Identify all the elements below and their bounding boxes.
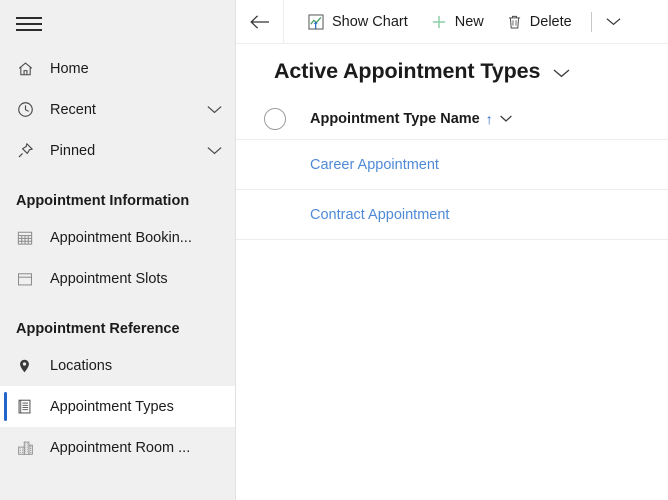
sitemap-header <box>0 0 235 48</box>
sidebar-item-label: Recent <box>50 101 96 118</box>
command-bar: Show Chart New Delete <box>236 0 668 44</box>
calendar-icon <box>16 269 40 289</box>
list-doc-icon <box>16 397 40 417</box>
sidebar-item-appointment-types[interactable]: Appointment Types <box>0 386 235 427</box>
delete-button[interactable]: Delete <box>495 0 583 44</box>
trash-icon <box>506 13 523 31</box>
clock-icon <box>16 100 40 120</box>
plus-icon <box>430 13 448 31</box>
more-commands-chevron-icon[interactable] <box>600 0 628 44</box>
chevron-down-icon[interactable] <box>206 104 223 115</box>
pin-icon <box>16 141 40 161</box>
calendar-grid-icon <box>16 228 40 248</box>
show-chart-button[interactable]: Show Chart <box>296 0 419 44</box>
grid-header-row: Appointment Type Name ↑ <box>236 98 668 140</box>
column-header-label: Appointment Type Name <box>310 110 480 127</box>
chart-icon <box>307 13 325 31</box>
sidebar-item-label: Appointment Slots <box>50 270 168 287</box>
building-icon <box>16 438 40 458</box>
map-pin-icon <box>16 356 40 376</box>
sort-ascending-icon[interactable]: ↑ <box>486 112 493 126</box>
sidebar-item-appointment-bookings[interactable]: Appointment Bookin... <box>0 217 235 258</box>
grid-empty-space <box>236 240 668 500</box>
sidebar-item-label: Appointment Bookin... <box>50 229 192 246</box>
view-selector-chevron-icon[interactable] <box>552 63 571 79</box>
sidebar-group-header-appointment-information: Appointment Information <box>16 193 190 209</box>
delete-label: Delete <box>529 13 572 30</box>
main-content: Show Chart New Delete Active Appointment… <box>236 0 668 500</box>
command-bar-divider <box>590 11 592 32</box>
show-chart-label: Show Chart <box>332 13 408 30</box>
sidebar-group-header-appointment-reference: Appointment Reference <box>16 321 180 337</box>
column-menu-chevron-icon[interactable] <box>499 114 513 123</box>
app-root: Home Recent Pinned Appointment Informati… <box>0 0 668 500</box>
sidebar-item-label: Appointment Room ... <box>50 439 191 456</box>
sidebar-item-label: Home <box>50 60 89 77</box>
row-link-appointment-type[interactable]: Contract Appointment <box>310 207 449 223</box>
select-all-cell <box>236 107 310 130</box>
sidebar-item-label: Appointment Types <box>50 398 174 415</box>
sidebar-item-recent[interactable]: Recent <box>0 89 235 130</box>
sidebar-item-locations[interactable]: Locations <box>0 345 235 386</box>
chevron-down-icon[interactable] <box>206 145 223 156</box>
page-title: Active Appointment Types <box>274 58 541 83</box>
sidebar-item-label: Locations <box>50 357 113 374</box>
sidebar-item-home[interactable]: Home <box>0 48 235 89</box>
row-link-appointment-type[interactable]: Career Appointment <box>310 157 439 173</box>
table-row[interactable]: Career Appointment <box>236 140 668 190</box>
column-header-appointment-type-name[interactable]: Appointment Type Name ↑ <box>310 111 513 127</box>
view-header: Active Appointment Types <box>236 44 668 98</box>
sidebar-item-label: Pinned <box>50 142 96 159</box>
home-icon <box>16 59 40 79</box>
sidebar: Home Recent Pinned Appointment Informati… <box>0 0 236 500</box>
select-all-circle-icon[interactable] <box>264 107 286 130</box>
new-label: New <box>454 13 484 30</box>
site-map-hamburger-icon[interactable] <box>16 17 42 31</box>
table-row[interactable]: Contract Appointment <box>236 190 668 240</box>
data-grid: Appointment Type Name ↑ Career Appointme… <box>236 98 668 500</box>
sidebar-item-appointment-slots[interactable]: Appointment Slots <box>0 258 235 299</box>
back-arrow-icon[interactable] <box>236 0 284 43</box>
new-button[interactable]: New <box>419 0 495 44</box>
sidebar-item-pinned[interactable]: Pinned <box>0 130 235 171</box>
command-bar-items: Show Chart New Delete <box>284 0 628 43</box>
sidebar-item-appointment-rooms[interactable]: Appointment Room ... <box>0 427 235 468</box>
